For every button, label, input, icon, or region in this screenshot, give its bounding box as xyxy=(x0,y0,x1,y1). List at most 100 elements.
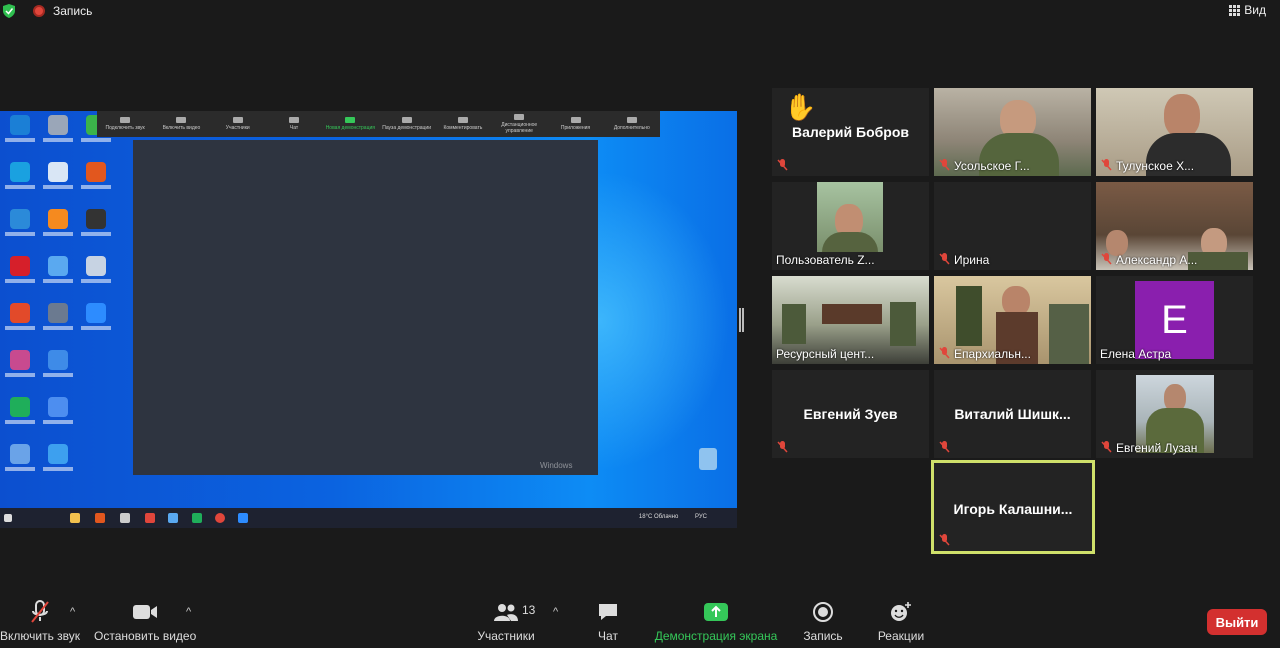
taskbar-app-icon xyxy=(120,513,130,523)
participants-count-badge: 13 xyxy=(522,603,536,617)
shared-toolbar-item: Новая демонстрация xyxy=(322,117,378,131)
muted-mic-icon xyxy=(777,159,788,171)
split-resize-handle[interactable] xyxy=(739,308,744,332)
participant-tile[interactable]: Евгений Зуев xyxy=(772,370,929,458)
desktop-icon xyxy=(2,256,38,303)
participants-label: Участники xyxy=(477,629,535,643)
taskbar-app-icon xyxy=(168,513,178,523)
muted-mic-icon xyxy=(31,600,49,623)
shared-toolbar-item: Приложения xyxy=(548,117,604,131)
desktop-icon xyxy=(40,209,76,256)
participant-tile[interactable]: Тулунское Х... xyxy=(1096,88,1253,176)
participant-name: Виталий Шишк... xyxy=(954,406,1071,422)
participant-tile[interactable]: Ирина xyxy=(934,182,1091,270)
participant-tile[interactable]: Евгений Лузан xyxy=(1096,370,1253,458)
recycle-bin-icon xyxy=(699,448,717,470)
participant-tile[interactable]: Пользователь Z... xyxy=(772,182,929,270)
desktop-icon xyxy=(2,350,38,397)
desktop-icon xyxy=(40,115,76,162)
desktop-icon xyxy=(2,209,38,256)
taskbar-tray: 18°C Облачно РУС xyxy=(638,514,707,520)
taskbar-app-icon xyxy=(70,513,80,523)
participant-name: Тулунское Х... xyxy=(1116,159,1195,173)
participants-icon xyxy=(494,604,518,621)
desktop-icon xyxy=(40,444,76,491)
muted-mic-icon xyxy=(1101,159,1112,171)
video-camera-icon xyxy=(133,605,157,619)
desktop-icon xyxy=(78,209,114,256)
desktop-icon xyxy=(78,303,114,350)
participant-tile[interactable]: Александр А... xyxy=(1096,182,1253,270)
meeting-table xyxy=(822,304,882,324)
stop-video-button[interactable]: Остановить видео xyxy=(94,600,196,643)
unmute-label: Включить звук xyxy=(0,629,81,643)
participant-tile[interactable]: Валерий Бобров ✋ xyxy=(772,88,929,176)
desktop-icon xyxy=(40,162,76,209)
desktop-icon xyxy=(40,397,76,444)
participant-tile[interactable]: E Елена Астра xyxy=(1096,276,1253,364)
view-label: Вид xyxy=(1244,3,1266,17)
shared-toolbar-item: Дополнительно xyxy=(604,117,660,131)
top-bar: Запись Вид xyxy=(0,0,1280,22)
participant-name: Елена Астра xyxy=(1100,347,1172,361)
participant-name: Пользователь Z... xyxy=(776,253,875,267)
leave-meeting-button[interactable]: Выйти xyxy=(1207,609,1267,635)
view-button[interactable]: Вид xyxy=(1229,3,1266,17)
record-label: Запись xyxy=(803,629,843,643)
desktop-icon xyxy=(40,350,76,397)
share-screen-icon xyxy=(704,603,728,621)
shared-toolbar-item: Пауза демонстрации xyxy=(379,117,435,131)
muted-mic-icon xyxy=(939,347,950,359)
desktop-icon xyxy=(40,303,76,350)
desktop-icon xyxy=(2,303,38,350)
muted-mic-icon xyxy=(777,441,788,453)
shared-zoom-toolbar: Подключить звук Включить видео Участники… xyxy=(97,111,660,137)
desktop-icon xyxy=(40,256,76,303)
participant-body xyxy=(890,302,916,346)
participants-options-chevron-up-icon[interactable]: ^ xyxy=(553,606,558,618)
video-options-chevron-up-icon[interactable]: ^ xyxy=(186,606,191,618)
participant-name: Епархиальн... xyxy=(954,347,1031,361)
muted-mic-icon xyxy=(1101,253,1112,265)
participant-name: Усольское Г... xyxy=(954,159,1030,173)
smiley-plus-icon xyxy=(891,602,911,621)
taskbar-app-icon xyxy=(95,513,105,523)
participant-tile[interactable]: Усольское Г... xyxy=(934,88,1091,176)
audio-options-chevron-up-icon[interactable]: ^ xyxy=(70,606,75,618)
share-screen-button[interactable]: Демонстрация экрана xyxy=(654,600,778,643)
shared-screen[interactable]: Подключить звук Включить видео Участники… xyxy=(0,111,737,528)
muted-mic-icon xyxy=(939,441,950,453)
reactions-button[interactable]: Реакции xyxy=(876,600,926,643)
desktop-icon xyxy=(78,256,114,303)
taskbar-app-icon xyxy=(192,513,202,523)
recording-label: Запись xyxy=(53,4,93,18)
participant-tile[interactable]: Ресурсный цент... xyxy=(772,276,929,364)
participant-name: Ресурсный цент... xyxy=(776,347,875,361)
desktop-icon xyxy=(2,115,38,162)
reactions-label: Реакции xyxy=(877,629,925,643)
desktop-icon xyxy=(2,162,38,209)
shared-dark-window xyxy=(133,140,598,475)
participant-body xyxy=(822,232,878,252)
muted-mic-icon xyxy=(939,253,950,265)
desktop-icons xyxy=(2,115,132,475)
taskbar-app-icon xyxy=(145,513,155,523)
windows-taskbar: 18°C Облачно РУС xyxy=(0,508,737,528)
muted-mic-icon xyxy=(1101,441,1112,453)
participant-name: Игорь Калашни... xyxy=(953,501,1073,517)
desktop-icon xyxy=(78,350,114,397)
record-icon xyxy=(813,602,833,622)
unmute-button[interactable]: Включить звук xyxy=(0,600,80,643)
stop-video-label: Остановить видео xyxy=(94,629,197,643)
chat-label: Чат xyxy=(598,629,618,643)
participant-tile[interactable]: Епархиальн... xyxy=(934,276,1091,364)
raised-hand-icon: ✋ xyxy=(784,92,817,122)
record-button[interactable]: Запись xyxy=(800,600,846,643)
participant-tile[interactable]: Виталий Шишк... xyxy=(934,370,1091,458)
encryption-shield-icon[interactable] xyxy=(3,4,15,18)
share-screen-label: Демонстрация экрана xyxy=(654,629,778,643)
participant-tile-active-speaker[interactable]: Игорь Калашни... xyxy=(931,460,1095,554)
chat-button[interactable]: Чат xyxy=(588,600,628,643)
shared-toolbar-item: Подключить звук xyxy=(97,117,153,131)
meeting-controls-bar: Включить звук ^ Остановить видео ^ Участ… xyxy=(0,594,1280,648)
